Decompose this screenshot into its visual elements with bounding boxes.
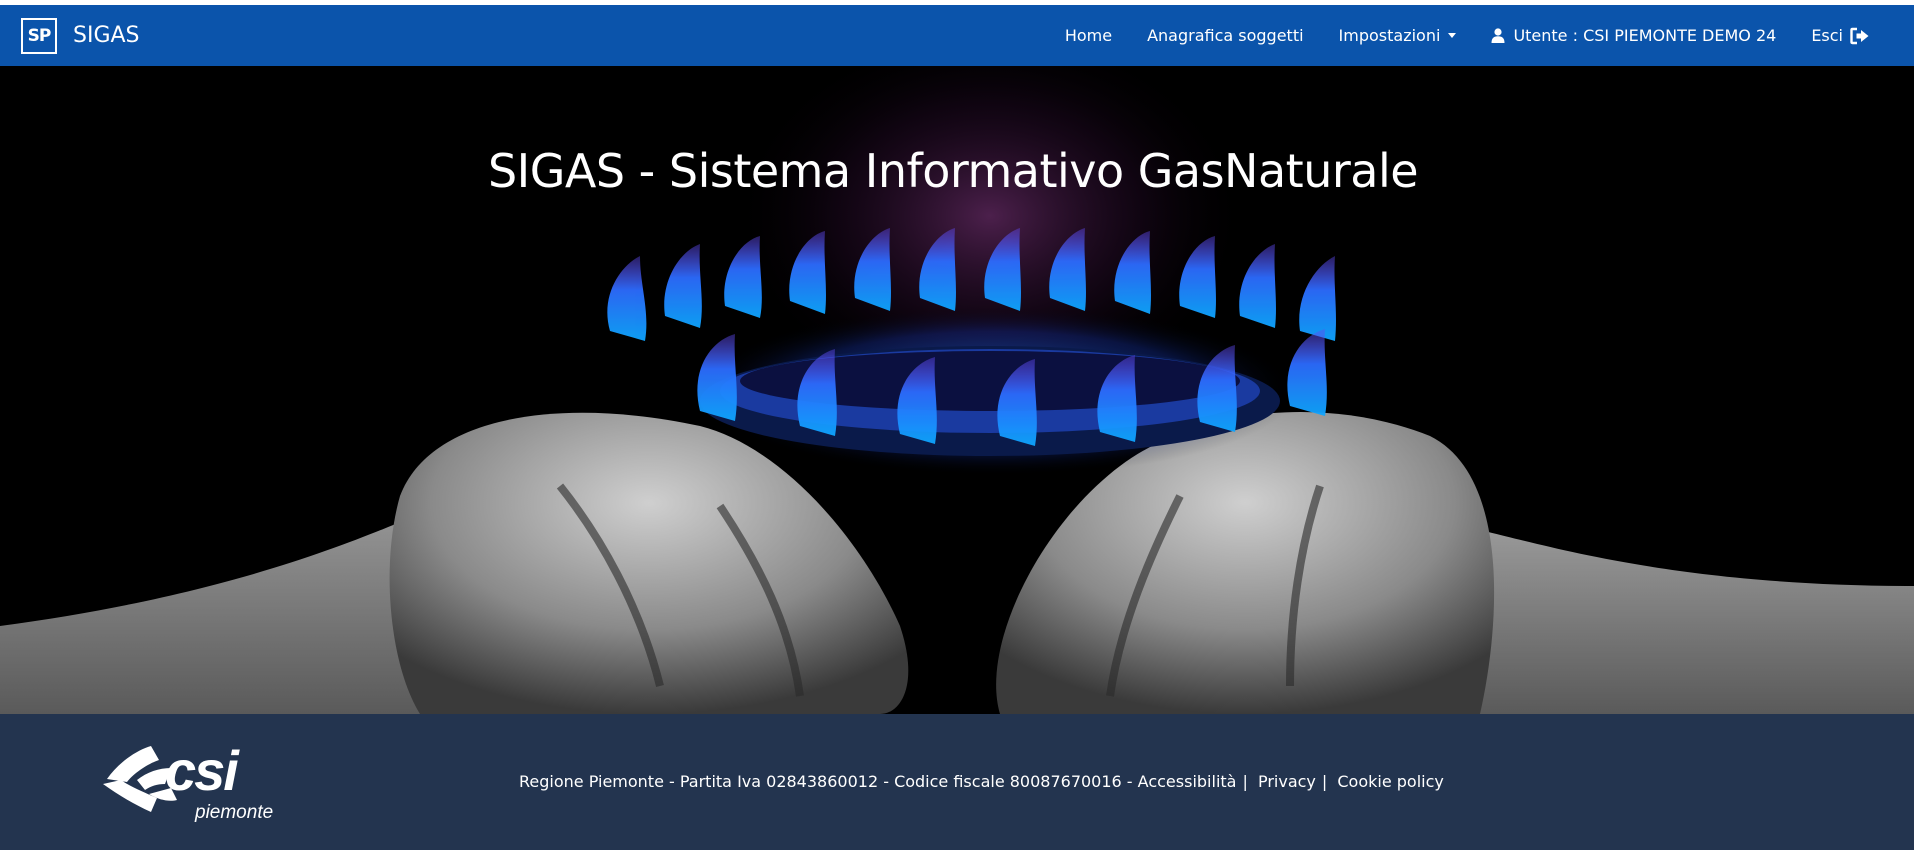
- nav-anagrafica-link[interactable]: Anagrafica soggetti: [1147, 26, 1303, 45]
- nav-esci-label: Esci: [1811, 26, 1843, 45]
- app-name: SIGAS: [73, 23, 140, 48]
- footer: csi piemonte Regione Piemonte - Partita …: [0, 714, 1914, 850]
- user-icon: [1491, 28, 1505, 43]
- footer-logo-subtext: piemonte: [194, 802, 273, 823]
- nav-links: Home Anagrafica soggetti Impostazioni Ut…: [1030, 26, 1870, 45]
- nav-impostazioni-label: Impostazioni: [1338, 26, 1441, 45]
- top-navbar: SP SIGAS Home Anagrafica soggetti Impost…: [0, 5, 1914, 66]
- footer-separator: |: [1321, 772, 1328, 791]
- bottom-strip: [0, 850, 1914, 861]
- hero-banner: SIGAS - Sistema Informativo GasNaturale: [0, 66, 1914, 714]
- privacy-link[interactable]: Privacy: [1258, 772, 1316, 791]
- brand-logo: SP: [21, 17, 57, 54]
- nav-home-link[interactable]: Home: [1065, 26, 1112, 45]
- nav-user-label: Utente : CSI PIEMONTE DEMO 24: [1513, 26, 1777, 45]
- footer-info-text: Regione Piemonte - Partita Iva 028438600…: [519, 772, 1133, 791]
- accessibilita-link[interactable]: Accessibilità: [1138, 772, 1237, 791]
- brand[interactable]: SP SIGAS: [21, 17, 140, 54]
- sign-out-icon: [1850, 27, 1869, 44]
- footer-logo-text: csi: [165, 739, 240, 802]
- footer-separator: |: [1242, 772, 1248, 791]
- cookie-policy-link[interactable]: Cookie policy: [1337, 772, 1444, 791]
- footer-info: Regione Piemonte - Partita Iva 028438600…: [519, 772, 1444, 791]
- nav-user-link[interactable]: Utente : CSI PIEMONTE DEMO 24: [1491, 26, 1776, 45]
- hero-title: SIGAS - Sistema Informativo GasNaturale: [487, 144, 1419, 198]
- nav-esci-link[interactable]: Esci: [1811, 26, 1870, 45]
- csi-piemonte-logo: csi piemonte: [103, 739, 273, 823]
- nav-impostazioni-dropdown[interactable]: Impostazioni: [1339, 26, 1457, 45]
- caret-down-icon: [1448, 33, 1457, 38]
